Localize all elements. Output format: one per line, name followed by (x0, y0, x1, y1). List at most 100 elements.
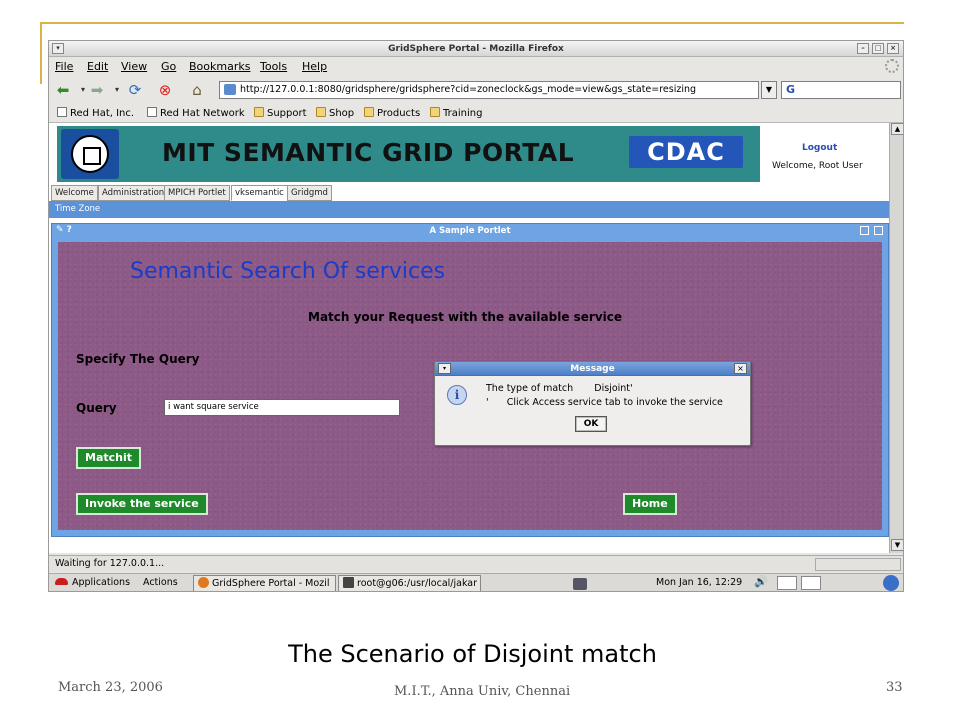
window-menu-button[interactable]: ▾ (52, 43, 64, 54)
welcome-text: Welcome, Root User (772, 161, 863, 171)
slide-date: March 23, 2006 (58, 680, 163, 695)
tab-vksemantic[interactable]: vksemantic (231, 185, 288, 201)
taskbar-window-firefox[interactable]: GridSphere Portal - Mozil (193, 575, 336, 591)
query-input[interactable]: i want square service (164, 399, 400, 416)
window-title: GridSphere Portal - Mozilla Firefox (388, 44, 564, 54)
browser-window: ▾ GridSphere Portal - Mozilla Firefox – … (48, 40, 904, 592)
query-label: Query (76, 401, 117, 415)
tab-administration[interactable]: Administration (98, 185, 169, 201)
network-icon[interactable] (573, 578, 587, 590)
maximize-button[interactable]: □ (872, 43, 884, 54)
minimize-button[interactable]: – (857, 43, 869, 54)
menu-edit[interactable]: Edit (87, 60, 108, 73)
tab-mpich-portlet[interactable]: MPICH Portlet (164, 185, 230, 201)
menu-go[interactable]: Go (161, 60, 176, 73)
slide-accent-line-vertical (40, 22, 42, 84)
tab-gridgmd[interactable]: Gridgmd (287, 185, 332, 201)
portal-banner: MIT SEMANTIC GRID PORTAL CDAC (57, 126, 760, 182)
tab-welcome[interactable]: Welcome (51, 185, 98, 201)
url-text: http://127.0.0.1:8080/gridsphere/gridsph… (240, 84, 697, 95)
invoke-service-button[interactable]: Invoke the service (76, 493, 208, 515)
bookmark-products[interactable]: Products (364, 107, 420, 119)
applications-menu[interactable]: Applications (55, 577, 130, 588)
menu-bookmarks[interactable]: Bookmarks (189, 60, 250, 73)
cdac-logo: CDAC (629, 136, 743, 168)
bookmark-shop[interactable]: Shop (316, 107, 354, 119)
bookmarks-toolbar: Red Hat, Inc. Red Hat Network Support Sh… (49, 103, 903, 123)
portlet-title: A Sample Portlet (429, 226, 511, 236)
menu-file[interactable]: File (55, 60, 73, 73)
portlet-maximize-icon[interactable] (874, 226, 883, 235)
back-arrow-icon[interactable]: ⬅ (53, 80, 73, 100)
forward-arrow-icon[interactable]: ➡ (87, 80, 107, 100)
actions-menu[interactable]: Actions (143, 577, 178, 588)
navigation-toolbar: ⬅ ▾ ➡ ▾ ⟳ ⊗ ⌂ http://127.0.0.1:8080/grid… (49, 77, 903, 103)
slide-caption: The Scenario of Disjoint match (288, 640, 657, 668)
page-content: MIT SEMANTIC GRID PORTAL CDAC Logout Wel… (49, 123, 889, 553)
dialog-close-icon[interactable]: × (734, 363, 747, 374)
portlet: ✎ ? A Sample Portlet Semantic Search Of … (51, 223, 889, 537)
folder-icon (254, 107, 264, 117)
scroll-up-icon[interactable]: ▲ (891, 123, 903, 135)
forward-dropdown-icon[interactable]: ▾ (107, 80, 127, 100)
firefox-launcher-icon[interactable] (777, 576, 797, 590)
menu-view[interactable]: View (121, 60, 147, 73)
subnav-bar: Time Zone (49, 201, 889, 218)
matchit-button[interactable]: Matchit (76, 447, 142, 469)
clock[interactable]: Mon Jan 16, 12:29 (656, 577, 742, 588)
volume-icon[interactable]: 🔊 (754, 575, 768, 588)
close-window-button[interactable]: × (887, 43, 899, 54)
search-box[interactable]: G (781, 81, 901, 99)
slide-institution: M.I.T., Anna Univ, Chennai (394, 684, 571, 699)
menu-help[interactable]: Help (302, 60, 327, 73)
info-icon: i (447, 385, 467, 405)
logout-link[interactable]: Logout (802, 143, 837, 153)
folder-icon (430, 107, 440, 117)
form-subheading: Match your Request with the available se… (308, 310, 623, 324)
bookmark-redhat-network[interactable]: Red Hat Network (147, 107, 245, 119)
slide-accent-line (40, 22, 904, 24)
url-history-dropdown[interactable]: ▼ (761, 81, 777, 99)
menu-tools[interactable]: Tools (260, 60, 287, 73)
ok-button[interactable]: OK (575, 416, 607, 432)
portlet-minimize-icon[interactable] (860, 226, 869, 235)
throbber-icon (885, 59, 899, 73)
subnav-time-zone[interactable]: Time Zone (55, 204, 100, 214)
reload-icon[interactable]: ⟳ (125, 80, 145, 100)
dialog-title: Message (570, 364, 615, 374)
home-button[interactable]: Home (623, 493, 677, 515)
firefox-launcher-2-icon[interactable] (801, 576, 821, 590)
redhat-icon (55, 578, 68, 585)
folder-icon (364, 107, 374, 117)
status-bar: Waiting for 127.0.0.1... (49, 555, 903, 572)
message-dialog: ▾ Message × i The type of match Disjoint… (434, 361, 751, 446)
bookmark-redhat-inc[interactable]: Red Hat, Inc. (57, 107, 134, 119)
portlet-body: Semantic Search Of services Match your R… (58, 242, 882, 530)
page-icon (147, 107, 157, 117)
stop-icon[interactable]: ⊗ (155, 80, 175, 100)
taskbar-window-terminal[interactable]: root@g06:/usr/local/jakar (338, 575, 481, 591)
menu-bar: File Edit View Go Bookmarks Tools Help (49, 57, 903, 77)
terminal-icon (343, 577, 354, 588)
search-engine-icon[interactable]: G (786, 83, 795, 96)
firefox-icon (198, 577, 209, 588)
bookmark-support[interactable]: Support (254, 107, 307, 119)
specify-query-label: Specify The Query (76, 352, 200, 366)
slide: ▾ GridSphere Portal - Mozilla Firefox – … (0, 0, 960, 720)
portlet-header: ✎ ? A Sample Portlet (52, 224, 888, 238)
vertical-scrollbar[interactable]: ▲ ▼ (889, 123, 903, 553)
dialog-titlebar: ▾ Message × (435, 362, 750, 376)
folder-icon (316, 107, 326, 117)
university-logo (61, 129, 119, 179)
update-status-icon[interactable] (883, 575, 899, 591)
page-icon (57, 107, 67, 117)
bookmark-training[interactable]: Training (430, 107, 482, 119)
url-bar[interactable]: http://127.0.0.1:8080/gridsphere/gridsph… (219, 81, 759, 99)
portal-title: MIT SEMANTIC GRID PORTAL (162, 138, 575, 167)
dialog-message-line-2: ' Click Access service tab to invoke the… (486, 397, 723, 408)
dialog-message-line-1: The type of match Disjoint' (486, 383, 633, 394)
scroll-down-icon[interactable]: ▼ (891, 539, 903, 551)
home-icon[interactable]: ⌂ (187, 80, 207, 100)
slide-page-number: 33 (886, 680, 903, 695)
form-heading: Semantic Search Of services (130, 259, 446, 284)
